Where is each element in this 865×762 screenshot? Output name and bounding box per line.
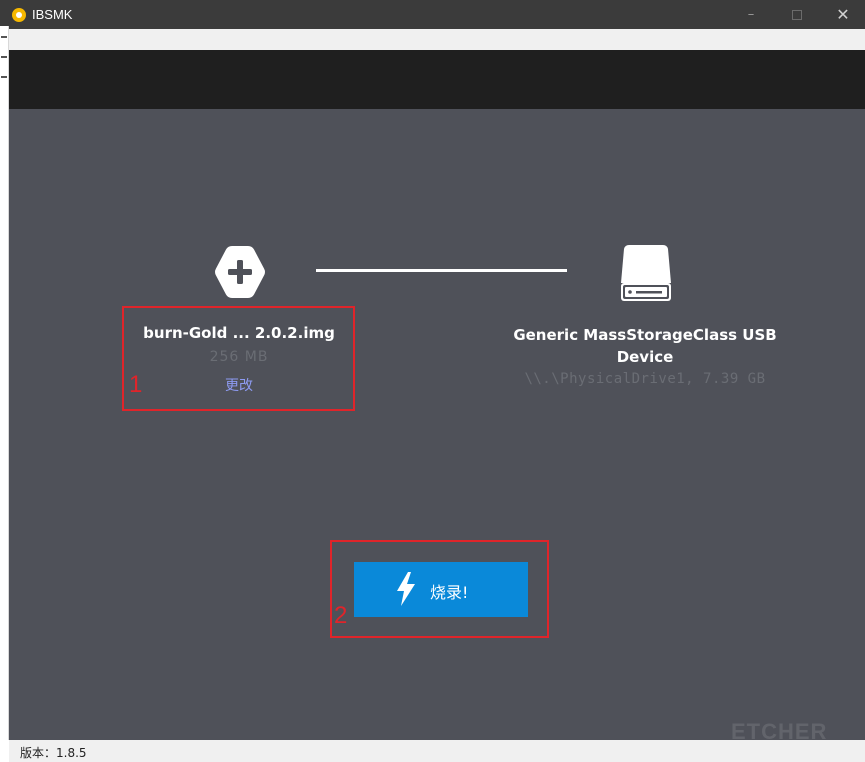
version-label: 版本：1.8.5 xyxy=(20,746,87,760)
window-title: IBSMK xyxy=(32,7,73,22)
app-logo-icon xyxy=(12,8,26,22)
close-button[interactable]: ✕ xyxy=(820,0,865,29)
etcher-watermark-logo: ETCHER xyxy=(731,719,828,740)
drive-icon[interactable] xyxy=(621,243,671,301)
maximize-button[interactable] xyxy=(774,0,820,29)
minimize-button[interactable]: – xyxy=(728,0,774,29)
close-icon: ✕ xyxy=(836,5,850,24)
annotation-box-2 xyxy=(330,540,549,638)
status-bar: 版本：1.8.5 xyxy=(9,740,865,762)
annotation-number-2: 2 xyxy=(334,602,348,629)
left-edge-strip xyxy=(0,26,9,740)
app-header xyxy=(9,50,865,109)
minimize-icon: – xyxy=(747,7,755,22)
plus-hexagon-icon[interactable] xyxy=(214,244,266,300)
title-bar: IBSMK – ✕ xyxy=(0,0,865,29)
drive-name: Generic MassStorageClass USB Device xyxy=(513,326,777,366)
step-connector-line xyxy=(316,269,567,272)
menu-strip xyxy=(9,29,865,50)
maximize-icon xyxy=(792,9,802,20)
annotation-number-1: 1 xyxy=(129,371,143,398)
annotation-box-1 xyxy=(122,306,355,411)
main-panel: burn-Gold ... 2.0.2.img 256 MB 更改 Generi… xyxy=(9,109,865,740)
drive-info: \\.\PhysicalDrive1, 7.39 GB xyxy=(524,371,766,387)
